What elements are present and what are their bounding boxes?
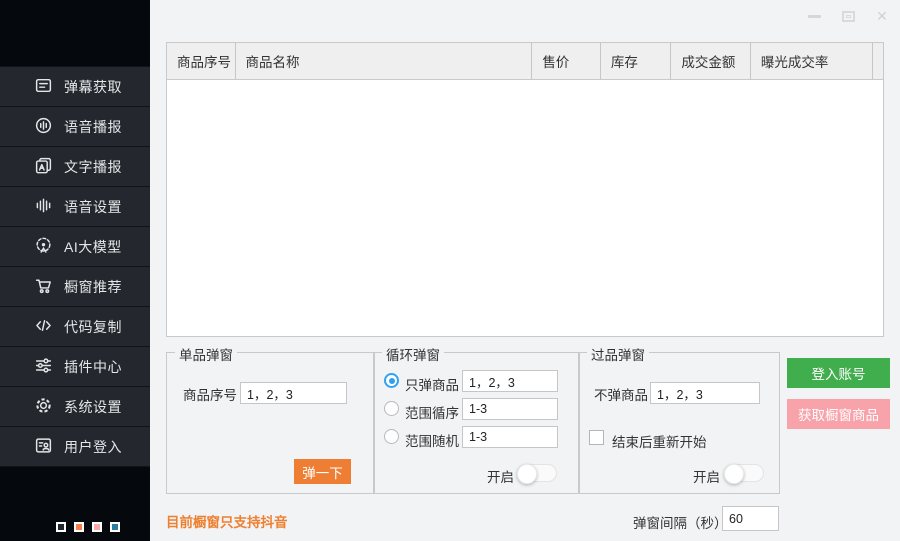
skip-popup-title: 过品弹窗 — [587, 344, 649, 364]
close-icon: ✕ — [876, 9, 888, 23]
restart-checkbox[interactable] — [589, 430, 604, 445]
login-account-button[interactable]: 登入账号 — [787, 358, 890, 388]
system-settings-icon — [34, 396, 53, 418]
sidebar-item-voice-settings[interactable]: 语音设置 — [0, 187, 150, 227]
sidebar-item-user-login[interactable]: 用户登入 — [0, 427, 150, 467]
maximize-button[interactable] — [838, 6, 858, 26]
no-pop-input[interactable] — [650, 382, 760, 404]
loop-popup-title: 循环弹窗 — [382, 344, 444, 364]
only-products-input[interactable] — [462, 370, 558, 392]
sidebar-item-label: 文字播报 — [64, 157, 122, 177]
range-sequence-input[interactable] — [462, 398, 558, 420]
popup-interval-input[interactable] — [722, 506, 779, 531]
no-pop-label: 不弹商品 — [594, 384, 648, 404]
douyin-notice-text: 目前橱窗只支持抖音 — [166, 511, 288, 531]
radio-only-products-label: 只弹商品 — [405, 374, 459, 394]
close-button[interactable]: ✕ — [872, 6, 892, 26]
single-popup-title: 单品弹窗 — [175, 344, 237, 364]
col-product-name[interactable]: 商品名称 — [236, 43, 533, 79]
scrollbar-stub — [873, 43, 883, 79]
theme-swatch-dark[interactable] — [56, 522, 66, 532]
fetch-showcase-button[interactable]: 获取橱窗商品 — [787, 399, 890, 429]
sidebar-item-label: 弹幕获取 — [64, 77, 122, 97]
product-table: 商品序号 商品名称 售价 库存 成交金额 曝光成交率 — [166, 42, 884, 337]
pop-once-button[interactable]: 弹一下 — [294, 459, 351, 484]
danmaku-capture-icon — [34, 76, 53, 98]
user-login-icon — [34, 436, 53, 458]
product-no-label: 商品序号 — [183, 384, 237, 404]
sidebar-item-system-settings[interactable]: 系统设置 — [0, 387, 150, 427]
loop-enable-toggle[interactable] — [517, 464, 557, 482]
voice-broadcast-icon — [34, 116, 53, 138]
sidebar-item-danmaku-capture[interactable]: 弹幕获取 — [0, 67, 150, 107]
code-copy-icon — [34, 316, 53, 338]
window-controls: ✕ — [804, 6, 892, 26]
theme-swatch-orange[interactable] — [74, 522, 84, 532]
sidebar: 弹幕获取 语音播报 文字播报 — [0, 0, 150, 541]
single-popup-group: 单品弹窗 商品序号 弹一下 — [166, 352, 375, 494]
voice-settings-icon — [34, 196, 53, 218]
restart-checkbox-label: 结束后重新开始 — [612, 431, 707, 451]
col-price[interactable]: 售价 — [532, 43, 601, 79]
radio-range-sequence-label: 范围循序 — [405, 402, 459, 422]
table-body-empty[interactable] — [167, 80, 883, 336]
col-stock[interactable]: 库存 — [601, 43, 672, 79]
radio-range-random[interactable] — [384, 429, 399, 444]
sidebar-item-label: 插件中心 — [64, 357, 122, 377]
sidebar-item-label: 代码复制 — [64, 317, 122, 337]
skip-enable-label: 开启 — [693, 466, 720, 486]
loop-enable-label: 开启 — [487, 466, 514, 486]
product-no-input[interactable] — [240, 382, 347, 404]
maximize-icon — [842, 11, 855, 22]
plugin-center-icon — [34, 356, 53, 378]
col-deal-amount[interactable]: 成交金额 — [671, 43, 750, 79]
sidebar-item-code-copy[interactable]: 代码复制 — [0, 307, 150, 347]
col-product-no[interactable]: 商品序号 — [167, 43, 236, 79]
skip-enable-toggle[interactable] — [724, 464, 764, 482]
radio-range-random-label: 范围随机 — [405, 430, 459, 450]
skip-popup-group: 过品弹窗 不弹商品 结束后重新开始 开启 — [578, 352, 780, 494]
ai-model-icon — [34, 236, 53, 258]
minimize-button[interactable] — [804, 6, 824, 26]
sidebar-item-label: 语音播报 — [64, 117, 122, 137]
col-exposure-rate[interactable]: 曝光成交率 — [751, 43, 873, 79]
sidebar-item-text-broadcast[interactable]: 文字播报 — [0, 147, 150, 187]
sidebar-item-voice-broadcast[interactable]: 语音播报 — [0, 107, 150, 147]
sidebar-item-label: AI大模型 — [64, 237, 122, 257]
showcase-recommend-icon — [34, 276, 53, 298]
sidebar-item-plugin-center[interactable]: 插件中心 — [0, 347, 150, 387]
sidebar-item-ai-model[interactable]: AI大模型 — [0, 227, 150, 267]
sidebar-menu: 弹幕获取 语音播报 文字播报 — [0, 66, 150, 467]
sidebar-item-label: 语音设置 — [64, 197, 122, 217]
app-window: 弹幕获取 语音播报 文字播报 — [0, 0, 900, 541]
table-header: 商品序号 商品名称 售价 库存 成交金额 曝光成交率 — [167, 43, 883, 80]
radio-range-sequence[interactable] — [384, 401, 399, 416]
theme-swatch-pink[interactable] — [92, 522, 102, 532]
sidebar-item-label: 系统设置 — [64, 397, 122, 417]
range-random-input[interactable] — [462, 426, 558, 448]
text-broadcast-icon — [34, 156, 53, 178]
popup-interval-label: 弹窗间隔（秒） — [633, 512, 728, 532]
sidebar-item-label: 橱窗推荐 — [64, 277, 122, 297]
radio-only-products[interactable] — [384, 373, 399, 388]
theme-swatch-teal[interactable] — [110, 522, 120, 532]
loop-popup-group: 循环弹窗 只弹商品 范围循序 范围随机 开启 — [373, 352, 580, 494]
minimize-icon — [808, 15, 821, 18]
sidebar-item-showcase-recommend[interactable]: 橱窗推荐 — [0, 267, 150, 307]
theme-swatches — [56, 522, 120, 532]
sidebar-item-label: 用户登入 — [64, 437, 122, 457]
